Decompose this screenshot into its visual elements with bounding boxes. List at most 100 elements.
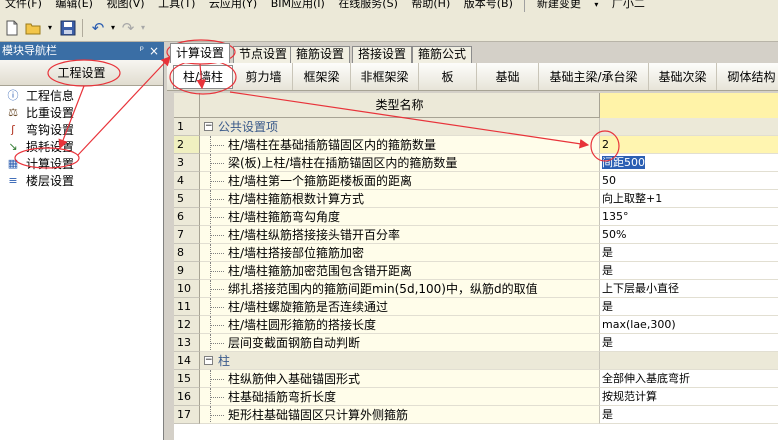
menu-help[interactable]: 帮助(H) [406,0,455,9]
type-name-header: 类型名称 [200,93,600,118]
collapse-icon[interactable]: − [204,122,213,131]
save-icon[interactable] [60,20,76,36]
settings-grid: 类型名称 1 − 公共设置项 2 柱/墙柱在基础插筋锚固区内的箍筋数量 2 3 梁… [174,93,778,440]
component-tabs: 柱/墙柱 剪力墙 框架梁 非框架梁 板 基础 基础主梁/承台梁 基础次梁 砌体结… [167,63,778,91]
nav-item-weight-settings[interactable]: ⚖ 比重设置 [0,105,163,122]
row-name: 柱/墙柱纵筋搭接接头错开百分率 [200,226,600,244]
subtab-foundation-secondary-beam[interactable]: 基础次梁 [649,63,717,90]
menu-view[interactable]: 视图(V) [101,0,149,9]
row-value-input[interactable]: 2 [600,136,778,154]
subtab-masonry[interactable]: 砌体结构 [717,63,778,90]
value-header [600,93,778,118]
row-number: 9 [174,262,200,280]
row-number: 12 [174,316,200,334]
table-row[interactable]: 8 柱/墙柱搭接部位箍筋加密 是 [174,244,778,262]
row-number: 1 [174,118,200,136]
menu-cloud[interactable]: 云应用(Y) [204,0,262,9]
nav-item-calc-settings[interactable]: ▦ 计算设置 [0,156,163,173]
nav-item-project-info[interactable]: ⓘ 工程信息 [0,88,163,105]
row-value[interactable]: 按规范计算 [600,388,778,406]
chevron-down-icon[interactable]: ▾ [105,20,121,36]
subtab-foundation-main-beam[interactable]: 基础主梁/承台梁 [539,63,649,90]
table-row[interactable]: 15 柱纵筋伸入基础锚固形式 全部伸入基底弯折 [174,370,778,388]
table-row[interactable]: 5 柱/墙柱箍筋根数计算方式 向上取整+1 [174,190,778,208]
row-name: 柱基础插筋弯折长度 [200,388,600,406]
table-row[interactable]: 3 梁(板)上柱/墙柱在插筋锚固区内的箍筋数量 间距500 [174,154,778,172]
table-row[interactable]: 7 柱/墙柱纵筋搭接接头错开百分率 50% [174,226,778,244]
tab-stirrup-settings[interactable]: 箍筋设置 [290,46,351,63]
subtab-shear-wall[interactable]: 剪力墙 [235,63,293,90]
table-row[interactable]: 4 柱/墙柱第一个箍筋距楼板面的距离 50 [174,172,778,190]
nav-item-hook-settings[interactable]: ʃ 弯钩设置 [0,122,163,139]
tab-calc-settings[interactable]: 计算设置 [170,43,231,63]
new-file-icon[interactable] [4,20,20,36]
close-icon[interactable]: × [149,42,159,60]
project-settings-title[interactable]: 工程设置 [0,60,163,86]
row-value[interactable]: 是 [600,406,778,424]
row-number: 5 [174,190,200,208]
row-number: 7 [174,226,200,244]
nav-item-loss-settings[interactable]: ↘ 损耗设置 [0,139,163,156]
nav-item-floor-settings[interactable]: ≡ 楼层设置 [0,173,163,190]
row-value[interactable]: 是 [600,334,778,352]
open-folder-icon[interactable] [25,20,41,36]
floor-icon: ≡ [8,174,18,187]
row-number: 11 [174,298,200,316]
menu-assistant[interactable]: 广小二 [607,0,650,9]
menu-file[interactable]: 文件(F) [0,0,47,9]
table-row[interactable]: 16 柱基础插筋弯折长度 按规范计算 [174,388,778,406]
table-row[interactable]: 12 柱/墙柱圆形箍筋的搭接长度 max(lae,300) [174,316,778,334]
subtab-column-wall-column[interactable]: 柱/墙柱 [173,65,233,89]
tab-lap-settings[interactable]: 搭接设置 [352,46,413,63]
menu-version[interactable]: 版本号(B) [459,0,518,9]
row-value[interactable]: 间距500 [600,154,778,172]
row-value[interactable]: 是 [600,244,778,262]
tab-node-settings[interactable]: 节点设置 [233,46,294,63]
subtab-frame-beam[interactable]: 框架梁 [293,63,351,90]
row-name: 柱/墙柱箍筋加密范围包含错开距离 [200,262,600,280]
row-value[interactable]: 是 [600,298,778,316]
table-row[interactable]: 13 层间变截面钢筋自动判断 是 [174,334,778,352]
chevron-down-icon[interactable]: ▾ [589,0,603,10]
subtab-slab[interactable]: 板 [419,63,477,90]
row-value[interactable]: 向上取整+1 [600,190,778,208]
row-number: 3 [174,154,200,172]
table-row[interactable]: 14 − 柱 [174,352,778,370]
row-value[interactable]: 135° [600,208,778,226]
row-value[interactable]: 50% [600,226,778,244]
row-number: 17 [174,406,200,424]
row-value[interactable]: 是 [600,262,778,280]
menu-online[interactable]: 在线服务(S) [333,0,403,9]
chevron-down-icon[interactable]: ▾ [42,20,58,36]
row-value[interactable]: max(lae,300) [600,316,778,334]
row-value[interactable]: 上下层最小直径 [600,280,778,298]
collapse-icon[interactable]: − [204,356,213,365]
row-name: 柱/墙柱箍筋根数计算方式 [200,190,600,208]
table-row[interactable]: 17 矩形柱基础锚固区只计算外侧箍筋 是 [174,406,778,424]
module-nav-panel: 工程设置 ⓘ 工程信息 ⚖ 比重设置 ʃ 弯钩设置 ↘ 损耗设置 ▦ 计算设置 … [0,60,164,440]
menu-tools[interactable]: 工具(T) [153,0,200,9]
subtab-non-frame-beam[interactable]: 非框架梁 [351,63,419,90]
row-number: 14 [174,352,200,370]
pin-icon[interactable]: ᵖ [140,42,144,60]
row-number: 4 [174,172,200,190]
row-name: − 柱 [200,352,600,370]
table-row[interactable]: 6 柱/墙柱箍筋弯勾角度 135° [174,208,778,226]
row-value[interactable]: 全部伸入基底弯折 [600,370,778,388]
table-row[interactable]: 10 绑扎搭接范围内的箍筋间距min(5d,100)中，纵筋d的取值 上下层最小… [174,280,778,298]
calc-icon: ▦ [7,157,19,170]
row-name: 矩形柱基础锚固区只计算外侧箍筋 [200,406,600,424]
nav-item-label: 工程信息 [26,89,75,103]
row-value[interactable]: 50 [600,172,778,190]
menu-new-change[interactable]: 新建变更 [532,0,586,9]
row-number: 16 [174,388,200,406]
table-row[interactable]: 1 − 公共设置项 [174,118,778,136]
table-row[interactable]: 11 柱/墙柱螺旋箍筋是否连续通过 是 [174,298,778,316]
table-row[interactable]: 9 柱/墙柱箍筋加密范围包含错开距离 是 [174,262,778,280]
subtab-foundation[interactable]: 基础 [477,63,539,90]
menu-bim[interactable]: BIM应用(I) [266,0,330,9]
tab-stirrup-formula[interactable]: 箍筋公式 [412,46,473,63]
menu-edit[interactable]: 编辑(E) [50,0,98,9]
undo-icon[interactable]: ↶ [90,20,106,36]
table-row[interactable]: 2 柱/墙柱在基础插筋锚固区内的箍筋数量 2 [174,136,778,154]
